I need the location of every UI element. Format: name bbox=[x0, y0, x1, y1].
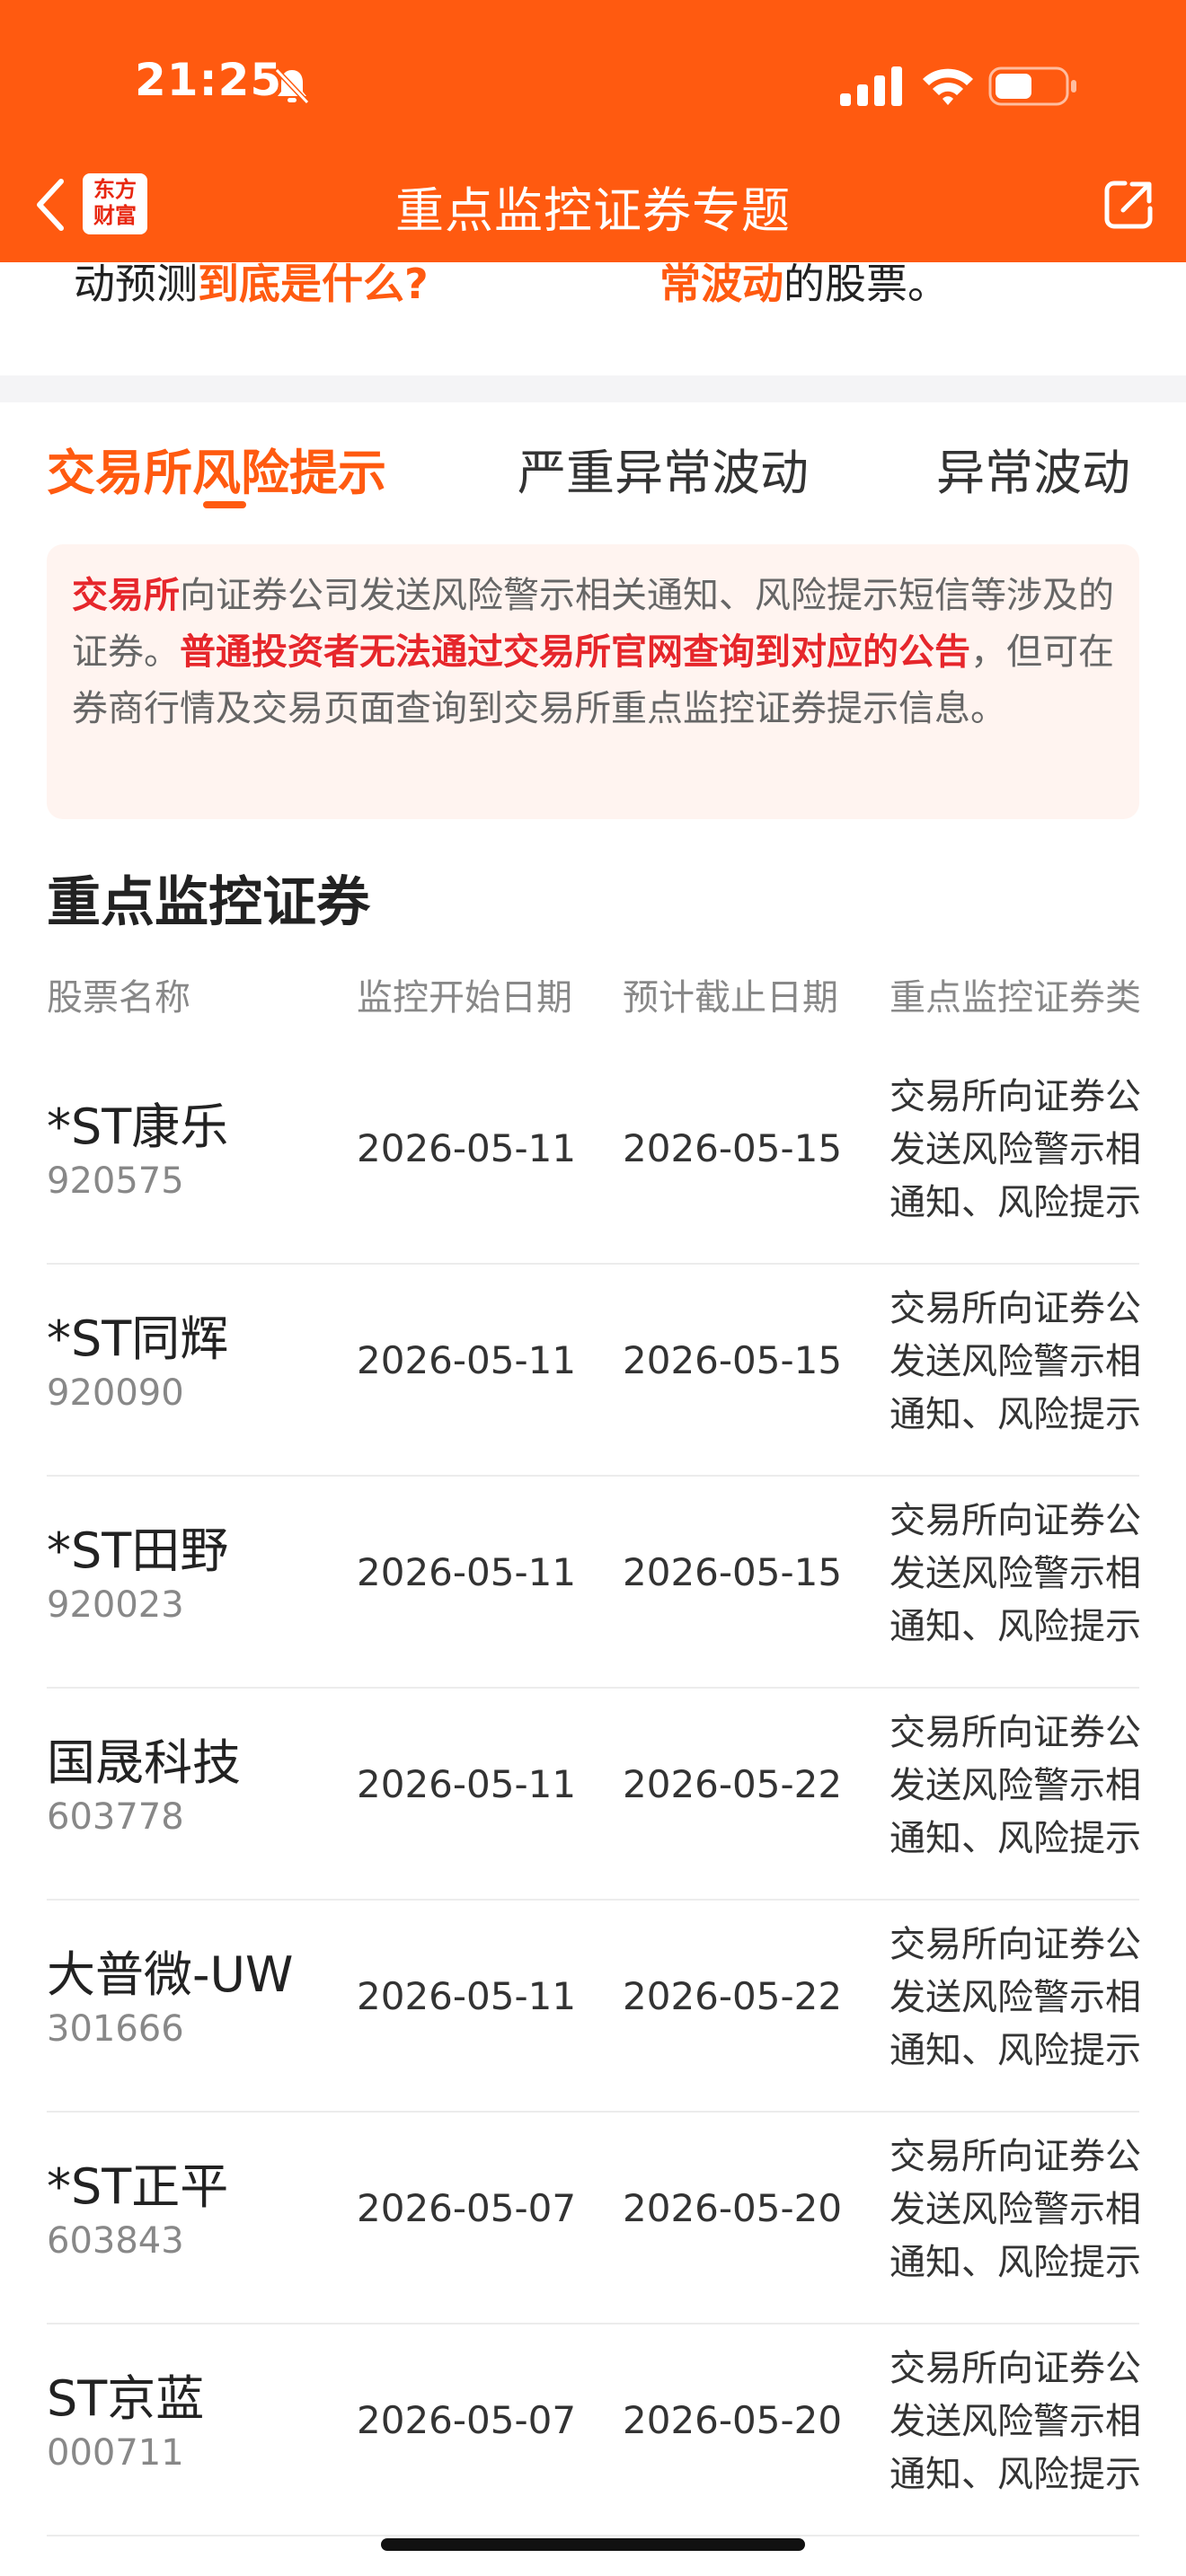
share-icon[interactable] bbox=[1102, 178, 1155, 232]
start-date: 2026-05-11 bbox=[357, 1550, 577, 1594]
intro-text: 动预测 bbox=[74, 260, 198, 308]
monitor-type-cell: 交易所向证券公司发送风险警示相关通知、风险提示短信等涉及的证券 bbox=[890, 1071, 1141, 1232]
stock-name: 国晟科技 bbox=[47, 1734, 241, 1791]
start-date: 2026-05-07 bbox=[357, 2398, 577, 2442]
monitor-type-cell: 交易所向证券公司发送风险警示相关通知、风险提示短信等涉及的证券 bbox=[890, 1919, 1141, 2080]
tab-severe-abnormal[interactable]: 严重异常波动 bbox=[518, 433, 809, 504]
stock-name: *ST正平 bbox=[47, 2158, 229, 2215]
table-header: 股票名称 监控开始日期 预计截止日期 重点监控证券类 bbox=[0, 968, 1186, 1019]
header-stock-name: 股票名称 bbox=[47, 977, 190, 1019]
notice-text: 交易所向证券公司发送风险警示相关通知、风险提示短信等涉及的证券。普通投资者无法通… bbox=[72, 568, 1114, 737]
table-row[interactable]: *ST田野 920023 2026-05-11 2026-05-15 交易所向证… bbox=[0, 1477, 1186, 1689]
wifi-icon bbox=[923, 68, 973, 105]
end-date: 2026-05-15 bbox=[623, 1338, 843, 1382]
stock-code: 920575 bbox=[47, 1160, 184, 1202]
header-end-date: 预计截止日期 bbox=[623, 977, 838, 1019]
stock-code: 603778 bbox=[47, 1796, 184, 1838]
page-title: 重点监控证券专题 bbox=[395, 182, 791, 239]
table-row[interactable]: *ST同辉 920090 2026-05-11 2026-05-15 交易所向证… bbox=[0, 1265, 1186, 1477]
stock-code: 000711 bbox=[47, 2432, 184, 2474]
end-date: 2026-05-15 bbox=[623, 1550, 843, 1594]
stock-name: ST京蓝 bbox=[47, 2370, 205, 2427]
tab-abnormal[interactable]: 异常波动 bbox=[936, 433, 1130, 504]
monitor-type-cell: 交易所向证券公司发送风险警示相关通知、风险提示短信等涉及的证券 bbox=[890, 1707, 1141, 1868]
section-title: 重点监控证券 bbox=[47, 871, 370, 934]
end-date: 2026-05-20 bbox=[623, 2186, 843, 2230]
table-row[interactable]: ST京蓝 000711 2026-05-07 2026-05-20 交易所向证券… bbox=[0, 2325, 1186, 2536]
start-date: 2026-05-11 bbox=[357, 1762, 577, 1806]
end-date: 2026-05-22 bbox=[623, 1762, 843, 1806]
monitor-type-text: 交易所向证券公司发送风险警示相关通知、风险提示短信等涉及的证券 bbox=[890, 1924, 1141, 2071]
monitor-type-text: 交易所向证券公司发送风险警示相关通知、风险提示短信等涉及的证券 bbox=[890, 2136, 1141, 2283]
battery-icon bbox=[988, 66, 1076, 106]
stock-name: *ST田野 bbox=[47, 1522, 229, 1579]
monitor-type-text: 交易所向证券公司发送风险警示相关通知、风险提示短信等涉及的证券 bbox=[890, 1288, 1141, 1435]
monitor-type-text: 交易所向证券公司发送风险警示相关通知、风险提示短信等涉及的证券 bbox=[890, 1712, 1141, 1859]
start-date: 2026-05-11 bbox=[357, 1974, 577, 2018]
home-indicator[interactable] bbox=[381, 2538, 805, 2551]
table-row[interactable]: *ST康乐 920575 2026-05-11 2026-05-15 交易所向证… bbox=[0, 1053, 1186, 1265]
notice-emphasis: 普通投资者无法通过交易所官网查询到对应的公告 bbox=[180, 631, 970, 673]
table-row[interactable]: 大普微-UW 301666 2026-05-11 2026-05-22 交易所向… bbox=[0, 1901, 1186, 2113]
monitor-type-cell: 交易所向证券公司发送风险警示相关通知、风险提示短信等涉及的证券 bbox=[890, 2130, 1141, 2292]
intro-text: 的股票。 bbox=[783, 260, 949, 308]
stock-code: 920023 bbox=[47, 1584, 184, 1626]
stock-code: 301666 bbox=[47, 2008, 184, 2050]
stock-name: *ST同辉 bbox=[47, 1310, 229, 1367]
stock-code: 920090 bbox=[47, 1372, 184, 1414]
tab-exchange-risk[interactable]: 交易所风险提示 bbox=[47, 433, 386, 504]
stock-name: *ST康乐 bbox=[47, 1098, 229, 1155]
header-start-date: 监控开始日期 bbox=[357, 977, 572, 1019]
table-row[interactable]: 国晟科技 603778 2026-05-11 2026-05-22 交易所向证券… bbox=[0, 1689, 1186, 1901]
monitor-type-cell: 交易所向证券公司发送风险警示相关通知、风险提示短信等涉及的证券 bbox=[890, 2342, 1141, 2504]
notice-emphasis: 交易所 bbox=[72, 575, 180, 616]
row-divider bbox=[47, 2535, 1139, 2536]
table-row[interactable]: *ST正平 603843 2026-05-07 2026-05-20 交易所向证… bbox=[0, 2113, 1186, 2325]
intro-highlight: 到底是什么? bbox=[198, 260, 429, 308]
bell-muted-icon bbox=[274, 67, 310, 105]
tab-active-indicator bbox=[203, 501, 246, 508]
signal-icon bbox=[840, 66, 902, 106]
start-date: 2026-05-11 bbox=[357, 1126, 577, 1170]
monitor-type-text: 交易所向证券公司发送风险警示相关通知、风险提示短信等涉及的证券 bbox=[890, 2348, 1141, 2495]
monitor-type-cell: 交易所向证券公司发送风险警示相关通知、风险提示短信等涉及的证券 bbox=[890, 1283, 1141, 1444]
stock-code: 603843 bbox=[47, 2220, 184, 2262]
section-divider bbox=[0, 375, 1186, 402]
monitor-type-text: 交易所向证券公司发送风险警示相关通知、风险提示短信等涉及的证券 bbox=[890, 1500, 1141, 1647]
table-body: *ST康乐 920575 2026-05-11 2026-05-15 交易所向证… bbox=[0, 1053, 1186, 2536]
start-date: 2026-05-11 bbox=[357, 1338, 577, 1382]
status-time: 21:25 bbox=[135, 54, 283, 106]
intro-highlight: 常波动 bbox=[659, 260, 783, 308]
end-date: 2026-05-20 bbox=[623, 2398, 843, 2442]
app-header: 21:25 东方 财富 重点监控证券专题 bbox=[0, 0, 1186, 262]
monitor-type-cell: 交易所向证券公司发送风险警示相关通知、风险提示短信等涉及的证券 bbox=[890, 1495, 1141, 1656]
start-date: 2026-05-07 bbox=[357, 2186, 577, 2230]
end-date: 2026-05-22 bbox=[623, 1974, 843, 2018]
header-monitor-type: 重点监控证券类 bbox=[890, 977, 1141, 1019]
stock-name: 大普微-UW bbox=[47, 1946, 294, 2003]
notice-box: 交易所向证券公司发送风险警示相关通知、风险提示短信等涉及的证券。普通投资者无法通… bbox=[47, 544, 1139, 819]
monitor-type-text: 交易所向证券公司发送风险警示相关通知、风险提示短信等涉及的证券 bbox=[890, 1076, 1141, 1223]
end-date: 2026-05-15 bbox=[623, 1126, 843, 1170]
